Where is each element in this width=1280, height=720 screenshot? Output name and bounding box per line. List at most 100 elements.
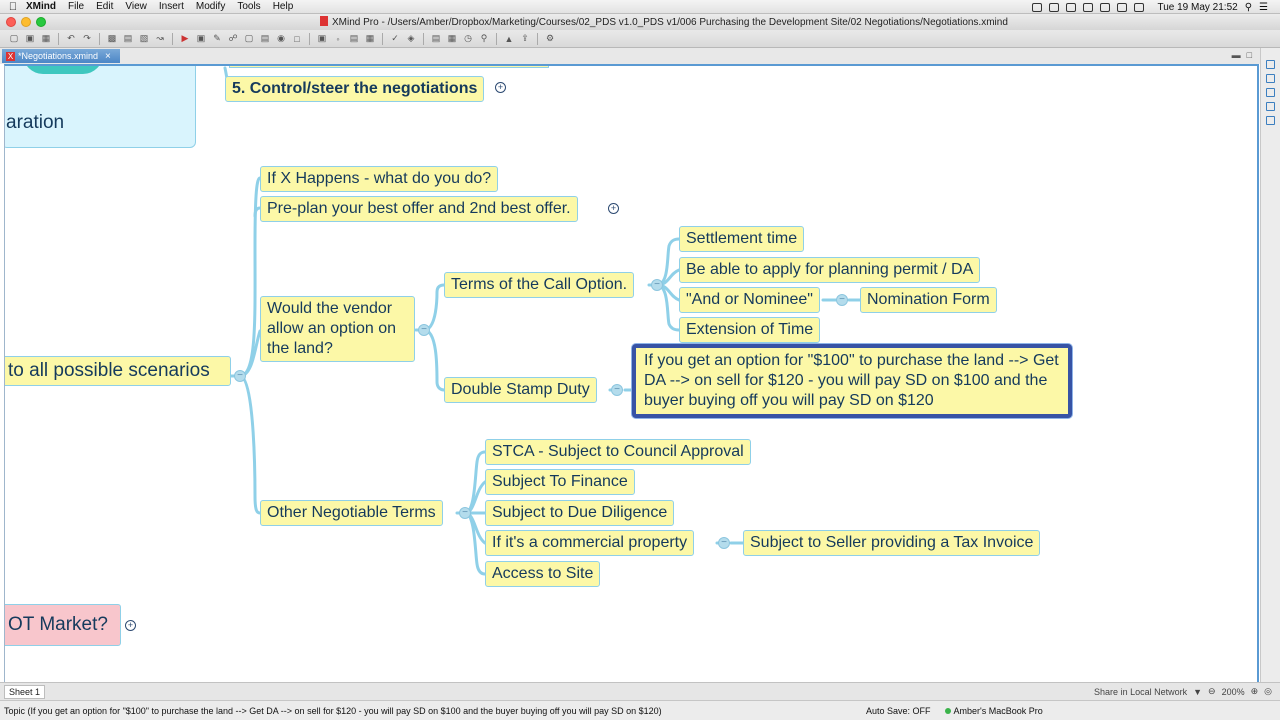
topic-and-or-nominee[interactable]: "And or Nominee": [679, 287, 820, 313]
gear-icon[interactable]: ⚙: [544, 33, 556, 44]
topic-control-negotiations[interactable]: 5. Control/steer the negotiations: [225, 76, 485, 102]
wifi-icon[interactable]: [1117, 2, 1128, 12]
tray-app-icon[interactable]: [1049, 2, 1060, 12]
upload-icon[interactable]: ⇪: [519, 33, 531, 44]
open-icon[interactable]: ▣: [24, 33, 36, 44]
undo-icon[interactable]: ↶: [65, 33, 77, 44]
menu-tools[interactable]: Tools: [237, 1, 260, 12]
filter-icon[interactable]: ▼: [1193, 687, 1202, 697]
idea-icon[interactable]: ◦: [332, 33, 344, 44]
topic-vendor-option[interactable]: Would the vendor allow an option on the …: [260, 296, 415, 362]
topic-preparation[interactable]: aration: [5, 66, 196, 148]
collapse-icon[interactable]: −: [836, 294, 848, 306]
save-icon[interactable]: ▦: [40, 33, 52, 44]
attachment-icon[interactable]: ✎: [211, 33, 223, 44]
collapse-icon[interactable]: −: [459, 507, 471, 519]
zoom-level[interactable]: 200%: [1222, 687, 1245, 697]
maximize-editor-icon[interactable]: □: [1247, 50, 1252, 60]
topic-other-negotiable-terms[interactable]: Other Negotiable Terms: [260, 500, 443, 526]
zoom-icon[interactable]: ⚲: [478, 33, 490, 44]
task-icon[interactable]: ✓: [389, 33, 401, 44]
topic-tax-invoice[interactable]: Subject to Seller providing a Tax Invoic…: [743, 530, 1041, 556]
topic-access-to-site[interactable]: Access to Site: [485, 561, 601, 587]
topic-stca[interactable]: STCA - Subject to Council Approval: [485, 439, 751, 465]
topic-subject-to-finance[interactable]: Subject To Finance: [485, 469, 635, 495]
window-zoom-button[interactable]: [36, 17, 46, 27]
expand-icon[interactable]: +: [125, 620, 136, 631]
topic-preplan-offer[interactable]: Pre-plan your best offer and 2nd best of…: [260, 196, 578, 222]
minimize-editor-icon[interactable]: ▬: [1232, 50, 1241, 60]
topic-option-example-note[interactable]: If you get an option for "$100" to purch…: [632, 344, 1072, 418]
mind-map-canvas[interactable]: aration 5. Control/steer the negotiation…: [4, 64, 1259, 682]
share-icon[interactable]: ▲: [503, 33, 515, 44]
topic-planning-permit[interactable]: Be able to apply for planning permit / D…: [679, 257, 981, 283]
close-tab-icon[interactable]: ×: [105, 51, 111, 62]
autosave-status[interactable]: Auto Save: OFF: [866, 706, 931, 716]
marker-icon[interactable]: ◉: [275, 33, 287, 44]
fit-icon[interactable]: ◎: [1264, 686, 1272, 697]
search-icon[interactable]: [1266, 102, 1275, 111]
collapse-icon[interactable]: −: [718, 537, 730, 549]
menu-insert[interactable]: Insert: [159, 1, 184, 12]
tray-app-icon[interactable]: [1083, 2, 1094, 12]
hyperlink-icon[interactable]: ☍: [227, 33, 239, 44]
presentation-icon[interactable]: ▶: [179, 33, 191, 44]
outline-panel-icon[interactable]: [1266, 88, 1275, 97]
notes-icon[interactable]: ▤: [259, 33, 271, 44]
new-icon[interactable]: ▢: [8, 33, 20, 44]
topic-extension-of-time[interactable]: Extension of Time: [679, 317, 821, 343]
share-local-network[interactable]: Share in Local Network: [1094, 687, 1187, 697]
topic-fragment[interactable]: [229, 66, 549, 68]
filter-icon[interactable]: ◈: [405, 33, 417, 44]
topic-settlement-time[interactable]: Settlement time: [679, 226, 805, 252]
expand-icon[interactable]: +: [495, 82, 506, 93]
relationship-icon[interactable]: ↝: [154, 33, 166, 44]
menu-help[interactable]: Help: [273, 1, 294, 12]
zoom-out-icon[interactable]: ⊖: [1208, 686, 1216, 697]
tab-negotiations[interactable]: X *Negotiations.xmind ×: [2, 49, 120, 63]
topic-if-x-happens[interactable]: If X Happens - what do you do?: [260, 166, 499, 192]
subtopic-icon[interactable]: ▤: [122, 33, 134, 44]
window-minimize-button[interactable]: [21, 17, 31, 27]
drill-down-icon[interactable]: ▣: [316, 33, 328, 44]
tray-app-icon[interactable]: [1100, 2, 1111, 12]
tray-app-icon[interactable]: [1032, 2, 1043, 12]
battery-icon[interactable]: [1134, 2, 1145, 12]
menu-app-name[interactable]: XMind: [26, 1, 56, 12]
boundary-icon[interactable]: □: [291, 33, 303, 44]
clock-icon[interactable]: ◷: [462, 33, 474, 44]
label-icon[interactable]: ▢: [243, 33, 255, 44]
outline-icon[interactable]: ▦: [446, 33, 458, 44]
image-icon[interactable]: ▣: [195, 33, 207, 44]
spotlight-icon[interactable]: ⚲: [1245, 2, 1252, 13]
topic-due-diligence[interactable]: Subject to Due Diligence: [485, 500, 675, 526]
window-close-button[interactable]: [6, 17, 16, 27]
redo-icon[interactable]: ↷: [81, 33, 93, 44]
network-status[interactable]: Amber's MacBook Pro: [944, 706, 1043, 716]
topic-scenarios[interactable]: to all possible scenarios: [5, 356, 231, 386]
menubar-clock[interactable]: Tue 19 May 21:52: [1157, 2, 1237, 13]
collapse-icon[interactable]: −: [234, 370, 246, 382]
tray-app-icon[interactable]: [1066, 2, 1077, 12]
menu-view[interactable]: View: [125, 1, 147, 12]
topic-icon[interactable]: ▩: [106, 33, 118, 44]
collapse-icon[interactable]: −: [651, 279, 663, 291]
topic-call-option-terms[interactable]: Terms of the Call Option.: [444, 272, 635, 298]
expand-icon[interactable]: +: [608, 203, 619, 214]
layout-icon[interactable]: ▤: [430, 33, 442, 44]
markers-icon[interactable]: [1266, 116, 1275, 125]
zoom-in-icon[interactable]: ⊕: [1251, 686, 1259, 697]
export-icon[interactable]: ▦: [364, 33, 376, 44]
menu-file[interactable]: File: [68, 1, 84, 12]
topic-double-stamp-duty[interactable]: Double Stamp Duty: [444, 377, 597, 403]
notification-center-icon[interactable]: ☰: [1259, 2, 1268, 13]
topic-market[interactable]: OT Market?: [5, 604, 121, 646]
apple-icon[interactable]: : [0, 1, 26, 13]
map-icon[interactable]: ▤: [348, 33, 360, 44]
topic-commercial-property[interactable]: If it's a commercial property: [485, 530, 695, 556]
menu-edit[interactable]: Edit: [96, 1, 113, 12]
menu-modify[interactable]: Modify: [196, 1, 225, 12]
collapse-icon[interactable]: −: [611, 384, 623, 396]
callout-icon[interactable]: ▧: [138, 33, 150, 44]
properties-icon[interactable]: [1266, 74, 1275, 83]
